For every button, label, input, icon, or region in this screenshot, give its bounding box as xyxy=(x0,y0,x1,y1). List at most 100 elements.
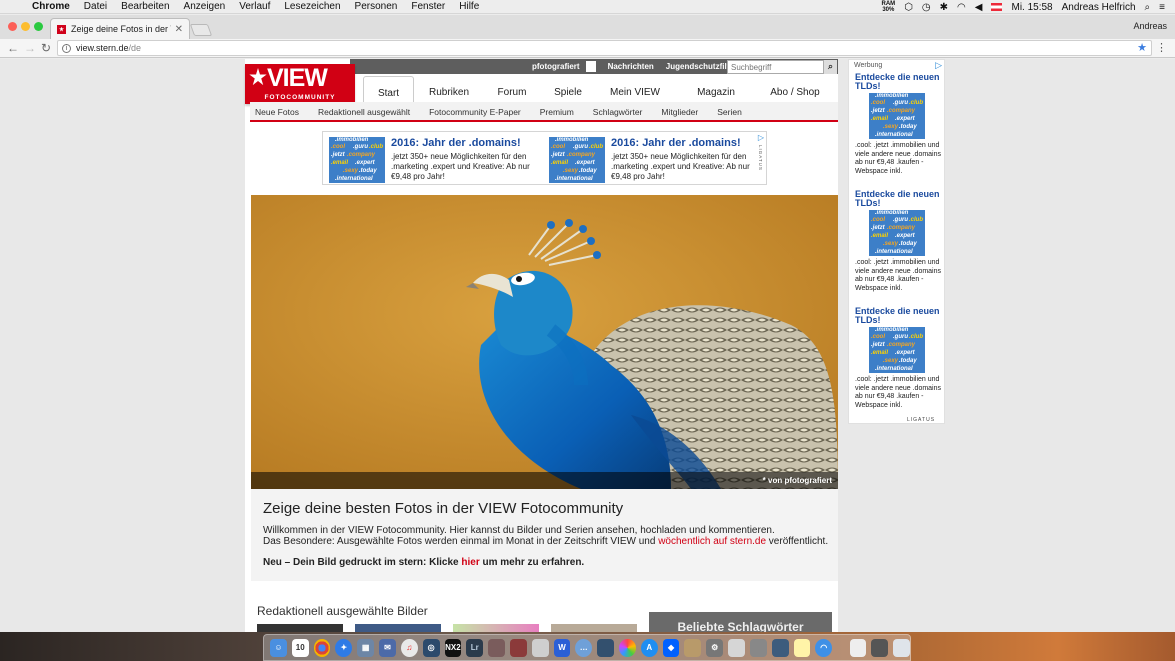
calendar-icon[interactable]: 10 xyxy=(291,638,309,657)
spotlight-icon[interactable]: ⌕ xyxy=(1145,2,1151,13)
site-search-input[interactable] xyxy=(727,60,837,74)
nav-start[interactable]: Start xyxy=(363,76,414,102)
menu-fenster[interactable]: Fenster xyxy=(411,1,445,12)
browser-tab-active[interactable]: Zeige deine Fotos in der VIEW ✕ xyxy=(50,18,190,39)
photo-app-icon[interactable] xyxy=(509,638,527,657)
app-store-icon[interactable]: A xyxy=(640,638,658,657)
subnav-premium[interactable]: Premium xyxy=(540,102,574,122)
ad-unit[interactable]: .immobilien .cool .guru .club .jetzt .company… xyxy=(325,137,540,183)
profile-button[interactable]: Andreas xyxy=(1133,21,1167,31)
subnav-serien[interactable]: Serien xyxy=(717,102,742,122)
nav-forum[interactable]: Forum xyxy=(484,76,540,102)
rail-ad-unit[interactable]: Entdecke die neuen TLDs! .immobilien .coo… xyxy=(849,190,946,307)
nav-magazin[interactable]: Magazin xyxy=(674,76,758,102)
wifi-icon[interactable]: ◠ xyxy=(957,2,966,13)
subnav-redaktionell[interactable]: Redaktionell ausgewählt xyxy=(318,102,410,122)
app-icon[interactable] xyxy=(728,638,745,657)
photo-credit[interactable]: * von pfotografiert xyxy=(251,472,838,489)
apple-menu-icon[interactable] xyxy=(12,1,24,13)
nav-rubriken[interactable]: Rubriken xyxy=(414,76,484,102)
menubar-user[interactable]: Andreas Helfrich xyxy=(1062,2,1136,13)
forward-arrow-icon[interactable]: → xyxy=(24,41,36,55)
subnav-schlagwoerter[interactable]: Schlagwörter xyxy=(593,102,643,122)
user-avatar-icon[interactable] xyxy=(585,61,596,72)
menu-lesezeichen[interactable]: Lesezeichen xyxy=(284,1,340,12)
menu-personen[interactable]: Personen xyxy=(355,1,398,12)
app-icon[interactable] xyxy=(597,638,614,657)
topbar-news-link[interactable]: Nachrichten xyxy=(602,62,660,71)
menu-app-name[interactable]: Chrome xyxy=(32,1,70,12)
downloads-icon[interactable] xyxy=(871,638,889,657)
leaderboard-ad[interactable]: .immobilien .cool .guru .club .jetzt .company… xyxy=(322,131,767,185)
app-icon[interactable] xyxy=(771,638,789,657)
subnav-epaper[interactable]: Fotocommunity E-Paper xyxy=(429,102,521,122)
menu-bearbeiten[interactable]: Bearbeiten xyxy=(121,1,169,12)
itunes-icon[interactable]: ♫ xyxy=(400,638,418,657)
safari-icon[interactable]: ✦ xyxy=(335,638,353,657)
input-source-flag-icon[interactable] xyxy=(991,3,1003,11)
document-icon[interactable] xyxy=(849,638,867,657)
app-icon[interactable] xyxy=(749,638,767,657)
time-machine-icon[interactable]: ◷ xyxy=(922,2,931,13)
ad-unit[interactable]: .immobilien .cool .guru .club .jetzt .company… xyxy=(545,137,760,183)
site-info-icon[interactable]: i xyxy=(62,43,71,53)
volume-icon[interactable]: ◀ xyxy=(975,2,983,13)
aperture-icon[interactable]: ◎ xyxy=(422,638,440,657)
nav-abo-shop[interactable]: Abo / Shop xyxy=(758,76,832,102)
topbar-user-link[interactable]: pfotografiert xyxy=(526,62,586,71)
finder-icon[interactable]: ☺ xyxy=(270,638,287,657)
address-bar[interactable]: i view.stern.de/de ★ xyxy=(57,40,1152,56)
notes-icon[interactable] xyxy=(793,638,811,657)
system-preferences-icon[interactable]: ⚙ xyxy=(706,638,724,657)
word-icon[interactable]: W xyxy=(553,638,571,657)
app-icon[interactable] xyxy=(684,638,702,657)
nav-mein-view[interactable]: Mein VIEW xyxy=(596,76,674,102)
stern-weekly-link[interactable]: wöchentlich auf stern.de xyxy=(658,536,766,547)
notification-center-icon[interactable]: ≡ xyxy=(1159,2,1165,13)
search-icon[interactable]: ⌕ xyxy=(823,60,837,74)
editorial-thumbnail[interactable] xyxy=(355,624,441,632)
chrome-menu-icon[interactable]: ⋮ xyxy=(1156,41,1167,54)
reload-icon[interactable]: ↻ xyxy=(41,41,51,55)
adchoices-icon[interactable]: ▷ xyxy=(758,133,764,142)
hero-image-peacock[interactable]: * von pfotografiert xyxy=(251,195,838,489)
messages-icon[interactable]: … xyxy=(575,638,593,657)
print-promo-link[interactable]: hier xyxy=(461,557,479,568)
dropbox-icon[interactable]: ⬡ xyxy=(904,2,913,13)
back-arrow-icon[interactable]: ← xyxy=(7,41,19,55)
chrome-icon[interactable] xyxy=(313,638,331,657)
bookmark-star-icon[interactable]: ★ xyxy=(1137,41,1147,54)
sidebar-ad[interactable]: Werbung ▷ Entdecke die neuen TLDs! .immo… xyxy=(848,59,945,424)
subnav-mitglieder[interactable]: Mitglieder xyxy=(661,102,698,122)
photo-app-icon[interactable] xyxy=(488,638,505,657)
preview-icon[interactable]: ▦ xyxy=(357,638,375,657)
adchoices-icon[interactable]: ▷ xyxy=(935,60,942,71)
trash-icon[interactable] xyxy=(893,638,911,657)
editorial-thumbnail[interactable] xyxy=(257,624,343,632)
ram-monitor[interactable]: RAM 30% xyxy=(882,1,896,13)
view-logo[interactable]: VIEW FOTOCOMMUNITY xyxy=(245,64,355,104)
menu-verlauf[interactable]: Verlauf xyxy=(239,1,270,12)
photos-icon[interactable] xyxy=(619,638,636,657)
rail-ad-unit[interactable]: Entdecke die neuen TLDs! .immobilien .coo… xyxy=(849,73,946,190)
mail-icon[interactable]: ✉ xyxy=(379,638,396,657)
new-tab-button[interactable] xyxy=(189,24,213,36)
dropbox-dock-icon[interactable]: ◆ xyxy=(662,638,680,657)
editorial-thumbnail[interactable] xyxy=(453,624,539,632)
window-minimize-button[interactable] xyxy=(21,22,30,31)
app-icon[interactable] xyxy=(531,638,549,657)
nx2-icon[interactable]: NX2 xyxy=(444,638,462,657)
tab-close-icon[interactable]: ✕ xyxy=(175,24,183,35)
menubar-clock[interactable]: Mi. 15:58 xyxy=(1011,2,1052,13)
subnav-neue-fotos[interactable]: Neue Fotos xyxy=(255,102,299,122)
menu-datei[interactable]: Datei xyxy=(84,1,107,12)
menu-anzeigen[interactable]: Anzeigen xyxy=(184,1,226,12)
nav-spiele[interactable]: Spiele xyxy=(540,76,596,102)
menu-hilfe[interactable]: Hilfe xyxy=(459,1,479,12)
rail-ad-unit[interactable]: Entdecke die neuen TLDs! .immobilien .coo… xyxy=(849,307,946,424)
window-zoom-button[interactable] xyxy=(34,22,43,31)
bluetooth-icon[interactable]: ✱ xyxy=(940,2,948,13)
wifi-dock-icon[interactable]: ◠ xyxy=(815,638,833,657)
lightroom-icon[interactable]: Lr xyxy=(466,638,484,657)
editorial-thumbnail[interactable] xyxy=(551,624,637,632)
